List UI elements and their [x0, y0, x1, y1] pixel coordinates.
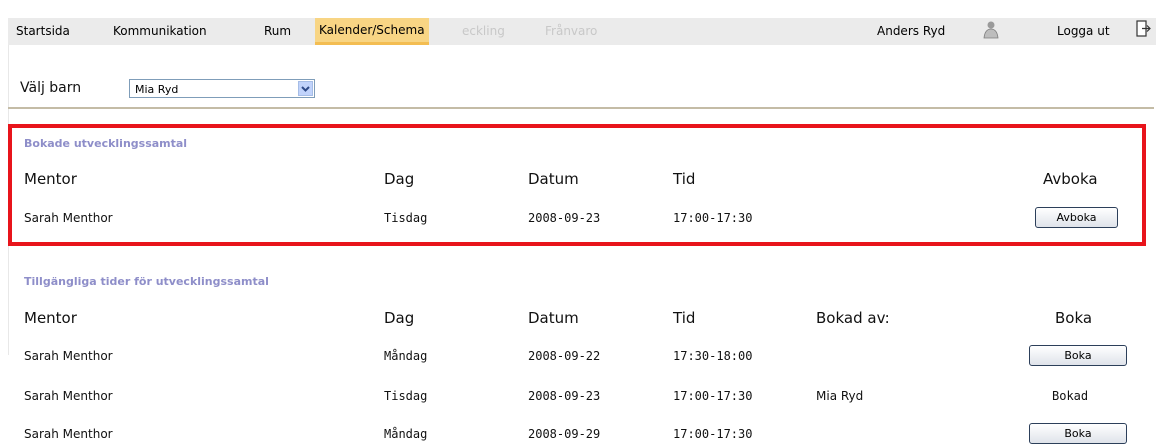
table-row-dag: Måndag [384, 349, 428, 363]
table-row-tid: 17:00-17:30 [673, 389, 753, 403]
booked-row-mentor: Sarah Menthor [24, 211, 113, 225]
booked-header-tid: Tid [673, 170, 696, 188]
table-row-mentor: Sarah Menthor [24, 427, 113, 441]
booked-header-datum: Datum [528, 170, 579, 188]
table-row-tid: 17:00-17:30 [673, 427, 753, 441]
logout-link[interactable]: Logga ut [1057, 18, 1110, 45]
booked-header-avboka: Avboka [1043, 170, 1098, 188]
table-row-datum: 2008-09-22 [528, 349, 601, 363]
table-row-datum: 2008-09-29 [528, 427, 601, 441]
available-header-mentor: Mentor [24, 309, 77, 327]
boka-button[interactable]: Boka [1029, 345, 1127, 366]
user-icon [983, 21, 999, 39]
booked-status: Bokad [1052, 389, 1089, 403]
booked-row-tid: 17:00-17:30 [673, 211, 753, 225]
available-header-datum: Datum [528, 309, 579, 327]
booked-header-mentor: Mentor [24, 170, 77, 188]
nav-kalender-schema[interactable]: Kalender/Schema [315, 18, 429, 45]
nav-utveckling[interactable]: eckling [462, 18, 505, 45]
child-select-label: Välj barn [20, 80, 82, 96]
available-header-bokad-av: Bokad av: [816, 309, 890, 327]
nav-franvaro[interactable]: Frånvaro [545, 18, 597, 45]
available-section-title: Tillgängliga tider för utvecklingssamtal [24, 275, 269, 288]
nav-kommunikation[interactable]: Kommunikation [113, 18, 207, 45]
divider [8, 107, 1154, 109]
avboka-button[interactable]: Avboka [1035, 207, 1118, 228]
dropdown-arrow-icon[interactable] [298, 81, 313, 96]
booked-header-dag: Dag [384, 170, 415, 188]
nav-rum[interactable]: Rum [264, 18, 291, 45]
nav-startsida[interactable]: Startsida [16, 18, 70, 45]
booked-section-title: Bokade utvecklingssamtal [24, 137, 188, 150]
table-row-tid: 17:30-18:00 [673, 349, 753, 363]
available-header-tid: Tid [673, 309, 696, 327]
available-header-dag: Dag [384, 309, 415, 327]
table-row-dag: Måndag [384, 427, 428, 441]
user-name: Anders Ryd [877, 24, 946, 38]
available-header-boka: Boka [1055, 309, 1093, 327]
booked-row-dag: Tisdag [384, 211, 428, 225]
table-row-dag: Tisdag [384, 389, 428, 403]
table-row-mentor: Sarah Menthor [24, 349, 113, 363]
table-row-bokad-av: Mia Ryd [816, 389, 864, 403]
booked-row-datum: 2008-09-23 [528, 211, 601, 225]
child-select-value: Mia Ryd [135, 83, 179, 96]
child-select[interactable]: Mia Ryd [129, 79, 315, 98]
table-row-mentor: Sarah Menthor [24, 389, 113, 403]
logout-icon[interactable] [1136, 20, 1152, 38]
table-row-datum: 2008-09-23 [528, 389, 601, 403]
